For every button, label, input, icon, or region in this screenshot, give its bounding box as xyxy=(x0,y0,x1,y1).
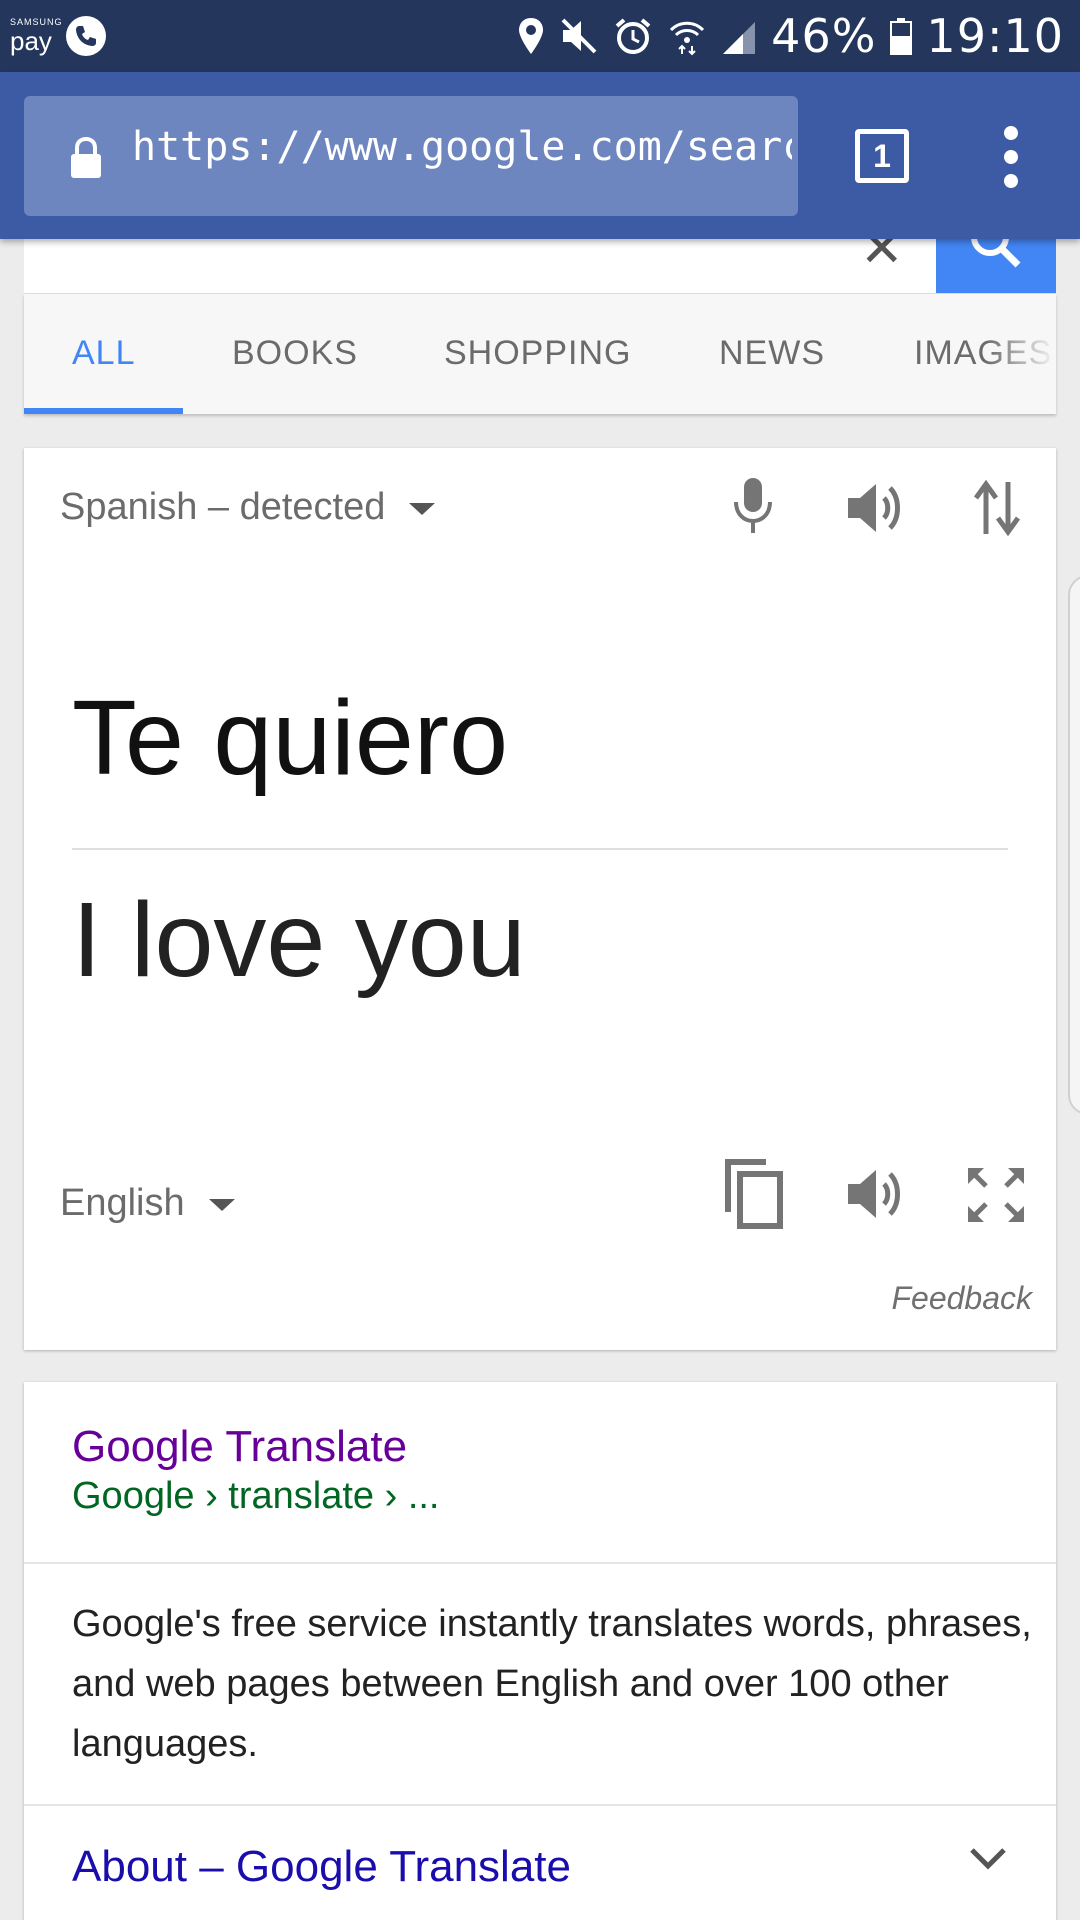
tab-all[interactable]: ALL xyxy=(72,334,136,373)
search-query[interactable]: translate xyxy=(72,239,225,246)
url-text: https://www.google.com/search? xyxy=(132,124,792,170)
translate-card: Spanish – detected Te quiero I love you … xyxy=(24,448,1056,1350)
result-divider xyxy=(24,1562,1056,1564)
feedback-link[interactable]: Feedback xyxy=(891,1280,1032,1317)
about-expander[interactable]: About – Google Translate xyxy=(72,1842,571,1892)
fullscreen-icon[interactable] xyxy=(964,1164,1028,1226)
search-icon xyxy=(971,239,1021,268)
lock-icon xyxy=(71,136,101,178)
swap-languages-icon[interactable] xyxy=(972,478,1022,538)
tabs-fade xyxy=(986,294,1056,414)
source-language-select[interactable]: Spanish – detected xyxy=(60,486,436,529)
alarm-icon xyxy=(615,18,651,54)
search-nav-tabs: ALL BOOKS SHOPPING NEWS IMAGES xyxy=(24,294,1056,414)
battery-percent: 46% xyxy=(771,9,877,63)
active-tab-indicator xyxy=(24,408,183,414)
clear-search-icon[interactable]: ✕ xyxy=(860,239,904,279)
source-text[interactable]: Te quiero xyxy=(72,678,508,799)
copy-icon[interactable] xyxy=(722,1156,788,1232)
tab-news[interactable]: NEWS xyxy=(719,334,825,373)
pay-brand: pay xyxy=(10,26,52,56)
chevron-down-icon xyxy=(208,1198,235,1211)
status-icons: 46% 19:10 xyxy=(517,0,1064,72)
battery-icon xyxy=(890,18,913,55)
search-box[interactable]: translate ✕ xyxy=(24,239,1056,294)
result-title-link[interactable]: Google Translate xyxy=(72,1422,407,1472)
search-result-card: Google Translate Google › translate › ..… xyxy=(24,1382,1056,1920)
result-breadcrumb[interactable]: Google › translate › ... xyxy=(72,1475,440,1518)
location-icon xyxy=(519,18,544,54)
microphone-icon[interactable] xyxy=(730,474,776,538)
wifi-icon xyxy=(670,21,705,56)
speaker-icon[interactable] xyxy=(844,478,910,538)
source-language-label: Spanish – detected xyxy=(60,486,386,528)
chevron-down-icon[interactable] xyxy=(968,1844,1008,1874)
result-divider xyxy=(24,1804,1056,1806)
target-language-label: English xyxy=(60,1182,185,1224)
signal-icon xyxy=(723,22,756,54)
menu-dot xyxy=(1004,174,1018,188)
mute-icon xyxy=(561,18,597,54)
result-snippet: Google's free service instantly translat… xyxy=(72,1603,1032,1765)
tab-shopping[interactable]: SHOPPING xyxy=(444,334,631,373)
clock: 19:10 xyxy=(926,9,1064,63)
browser-toolbar: https://www.google.com/search? 1 xyxy=(0,72,1080,239)
side-panel-handle[interactable] xyxy=(1068,575,1080,1115)
menu-dot xyxy=(1004,126,1018,140)
tab-switcher-button[interactable]: 1 xyxy=(855,129,909,183)
status-bar: SAMSUNG pay 46% 19:10 xyxy=(0,0,1080,72)
search-button[interactable] xyxy=(936,239,1056,293)
translated-text: I love you xyxy=(72,881,526,999)
tab-books[interactable]: BOOKS xyxy=(232,334,358,373)
address-bar[interactable]: https://www.google.com/search? xyxy=(24,96,798,216)
menu-dot xyxy=(1004,150,1018,164)
phone-call-icon xyxy=(66,16,106,56)
speaker-icon[interactable] xyxy=(844,1164,910,1224)
target-language-select[interactable]: English xyxy=(60,1182,235,1225)
overflow-menu-button[interactable] xyxy=(1000,126,1022,198)
samsung-pay-icon: SAMSUNG pay xyxy=(10,18,63,56)
chevron-down-icon xyxy=(409,502,436,515)
translate-divider xyxy=(72,848,1008,850)
